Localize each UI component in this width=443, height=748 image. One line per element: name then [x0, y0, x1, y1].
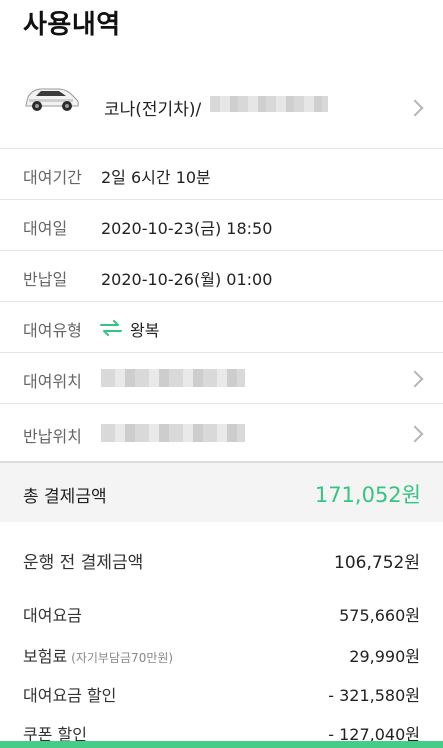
return-date-label: 반납일 — [23, 270, 68, 289]
rental-type-label: 대여유형 — [23, 321, 82, 340]
rental-date-label: 대여일 — [23, 219, 68, 238]
rental-fee-row: 대여요금 575,660원 — [23, 602, 420, 626]
rental-date-row: 대여일 2020-10-23(금) 18:50 — [0, 200, 443, 251]
rental-fee-amount: 575,660원 — [339, 606, 420, 625]
return-date-value: 2020-10-26(월) 01:00 — [101, 270, 273, 289]
total-payment-bar: 총 결제금액 171,052원 — [0, 461, 443, 522]
rental-type-value: 왕복 — [130, 321, 160, 340]
total-payment-amount: 171,052원 — [314, 483, 421, 507]
round-trip-icon — [100, 320, 122, 336]
car-name: 코나(전기차)/ — [104, 100, 202, 120]
rental-type-row: 대여유형 왕복 — [0, 302, 443, 353]
rental-period-row: 대여기간 2일 6시간 10분 — [0, 149, 443, 200]
total-payment-label: 총 결제금액 — [23, 487, 107, 507]
chevron-right-icon — [406, 425, 424, 443]
return-location-row[interactable]: 반납위치 — [0, 404, 443, 461]
bottom-action-bar[interactable] — [0, 741, 443, 748]
insurance-amount: 29,990원 — [349, 647, 420, 666]
return-location-label: 반납위치 — [23, 427, 82, 446]
pre-payment-row: 운행 전 결제금액 106,752원 — [23, 548, 420, 573]
pre-payment-label: 운행 전 결제금액 — [23, 553, 144, 573]
insurance-note: (자기부담금70만원) — [71, 651, 174, 665]
rental-period-value: 2일 6시간 10분 — [101, 168, 211, 187]
rental-date-value: 2020-10-23(금) 18:50 — [101, 219, 273, 238]
rental-period-label: 대여기간 — [23, 168, 82, 187]
rental-fee-label: 대여요금 — [23, 606, 82, 625]
car-info-row[interactable]: 코나(전기차)/ — [0, 67, 443, 149]
insurance-row: 보험료 (자기부담금70만원) 29,990원 — [23, 643, 420, 667]
car-image — [25, 88, 79, 111]
pre-payment-amount: 106,752원 — [334, 553, 420, 573]
redacted-return-location — [101, 424, 245, 442]
return-date-row: 반납일 2020-10-26(월) 01:00 — [0, 251, 443, 302]
rental-discount-row: 대여요금 할인 - 321,580원 — [23, 682, 420, 706]
redacted-rental-location — [101, 369, 245, 387]
chevron-right-icon — [406, 370, 424, 388]
rental-location-row[interactable]: 대여위치 — [0, 353, 443, 404]
insurance-label: 보험료 — [23, 647, 68, 666]
rental-discount-amount: - 321,580원 — [328, 686, 420, 705]
rental-discount-label: 대여요금 할인 — [23, 686, 117, 705]
page-title: 사용내역 — [23, 10, 121, 40]
chevron-right-icon — [406, 99, 424, 117]
rental-location-label: 대여위치 — [23, 372, 82, 391]
redacted-plate — [210, 96, 328, 112]
